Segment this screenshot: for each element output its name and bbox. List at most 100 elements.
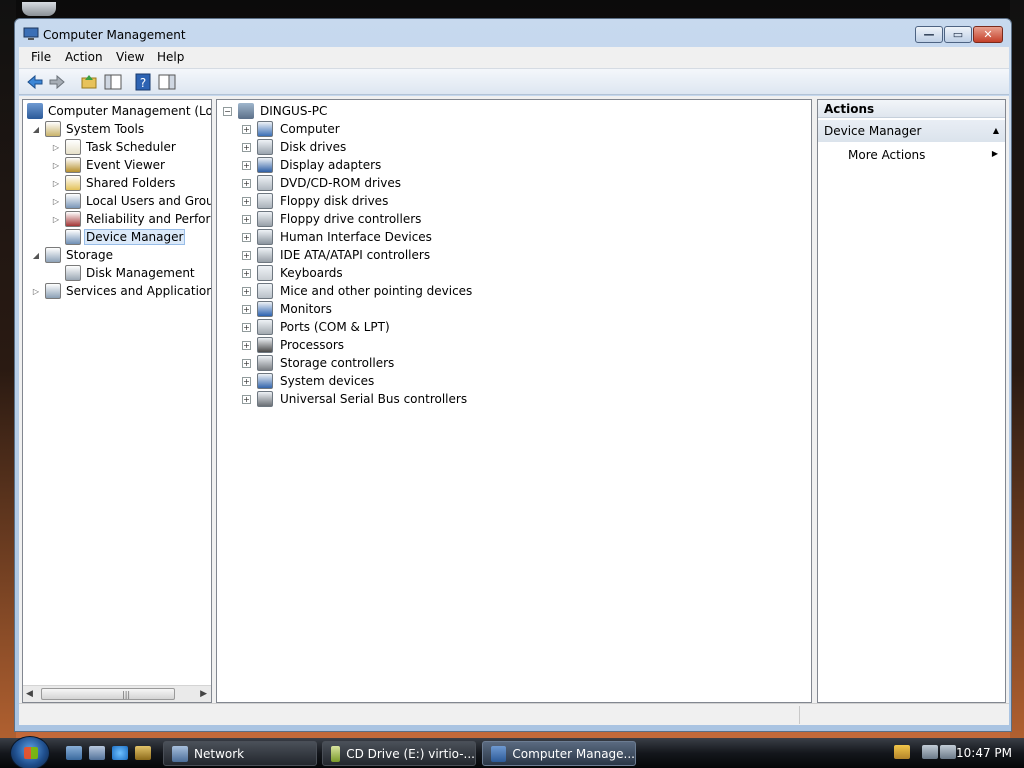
device-category[interactable]: + Display adapters: [242, 156, 383, 174]
collapsed-triangle-icon[interactable]: ▷: [31, 286, 41, 296]
tree-item-root[interactable]: Computer Management (Local: [25, 102, 211, 120]
device-category[interactable]: + DVD/CD-ROM drives: [242, 174, 403, 192]
menu-action[interactable]: Action: [65, 50, 103, 64]
expand-icon[interactable]: +: [242, 286, 251, 296]
expanded-triangle-icon[interactable]: ◢: [31, 250, 41, 260]
device-root[interactable]: − DINGUS-PC: [223, 102, 329, 120]
device-category[interactable]: + Universal Serial Bus controllers: [242, 390, 469, 408]
expand-icon[interactable]: +: [242, 394, 251, 404]
tree-spacer[interactable]: [51, 268, 61, 278]
device-category-label: Mice and other pointing devices: [280, 284, 473, 298]
internet-explorer-icon[interactable]: [112, 746, 128, 760]
device-category[interactable]: + Disk drives: [242, 138, 348, 156]
maximize-button[interactable]: ▭: [944, 26, 972, 43]
tree-item[interactable]: Disk Management: [51, 264, 197, 282]
reliability-icon: [65, 211, 81, 227]
tree-item[interactable]: ◢ System Tools: [31, 120, 146, 138]
expand-icon[interactable]: +: [242, 196, 251, 206]
expand-icon[interactable]: +: [242, 232, 251, 242]
device-category[interactable]: + Keyboards: [242, 264, 345, 282]
up-folder-icon[interactable]: [79, 72, 99, 92]
device-category[interactable]: + Ports (COM & LPT): [242, 318, 392, 336]
disk-drive-icon: [257, 139, 273, 155]
expand-icon[interactable]: +: [242, 304, 251, 314]
collapsed-triangle-icon[interactable]: ▷: [51, 178, 61, 188]
show-hide-action-pane-icon[interactable]: [157, 72, 177, 92]
back-arrow-icon[interactable]: [25, 72, 45, 92]
window-title: Computer Management: [43, 28, 186, 42]
device-category[interactable]: + Processors: [242, 336, 346, 354]
device-category[interactable]: + Mice and other pointing devices: [242, 282, 474, 300]
network-tray-icon[interactable]: [922, 745, 938, 759]
recycle-bin-icon[interactable]: [22, 2, 56, 16]
expand-icon[interactable]: +: [242, 322, 251, 332]
computer-management-icon: [23, 27, 39, 40]
help-icon[interactable]: ?: [133, 72, 153, 92]
close-icon: ✕: [983, 28, 993, 41]
clock[interactable]: 10:47 PM: [956, 746, 1012, 760]
device-category[interactable]: + Storage controllers: [242, 354, 396, 372]
tree-item[interactable]: Device Manager: [51, 228, 186, 246]
tree-item[interactable]: ▷ Task Scheduler: [51, 138, 178, 156]
volume-muted-icon[interactable]: [940, 745, 956, 759]
tree-item[interactable]: ▷ Services and Applications: [31, 282, 211, 300]
scroll-right-icon[interactable]: ▶: [200, 689, 207, 699]
menu-file[interactable]: File: [31, 50, 51, 64]
close-button[interactable]: ✕: [973, 26, 1003, 43]
expand-icon[interactable]: +: [242, 358, 251, 368]
expand-icon[interactable]: +: [242, 178, 251, 188]
expand-icon[interactable]: +: [242, 250, 251, 260]
scroll-thumb[interactable]: |||: [41, 688, 175, 700]
task-network[interactable]: Network: [163, 741, 317, 766]
expand-icon[interactable]: +: [242, 160, 251, 170]
show-desktop-icon[interactable]: [66, 746, 82, 760]
expand-icon[interactable]: +: [242, 214, 251, 224]
device-category[interactable]: + Floppy drive controllers: [242, 210, 423, 228]
scroll-left-icon[interactable]: ◀: [26, 689, 33, 699]
tree-spacer[interactable]: [51, 232, 61, 242]
tree-item[interactable]: ▷ Shared Folders: [51, 174, 177, 192]
task-cd-drive[interactable]: CD Drive (E:) virtio-...: [322, 741, 476, 766]
expand-icon[interactable]: +: [242, 376, 251, 386]
forward-arrow-icon[interactable]: [47, 72, 67, 92]
tree-item[interactable]: ▷ Reliability and Performa: [51, 210, 211, 228]
show-hide-console-tree-icon[interactable]: [103, 72, 123, 92]
collapsed-triangle-icon[interactable]: ▷: [51, 142, 61, 152]
device-category[interactable]: + Computer: [242, 120, 342, 138]
tree-item[interactable]: ◢ Storage: [31, 246, 115, 264]
collapsed-triangle-icon[interactable]: ▷: [51, 214, 61, 224]
expand-icon[interactable]: +: [242, 124, 251, 134]
expand-icon[interactable]: +: [242, 340, 251, 350]
switch-windows-icon[interactable]: [89, 746, 105, 760]
menu-help[interactable]: Help: [157, 50, 184, 64]
media-icon[interactable]: [135, 746, 151, 760]
device-category[interactable]: + Monitors: [242, 300, 334, 318]
collapse-up-icon[interactable]: ▲: [993, 126, 999, 135]
collapse-icon[interactable]: −: [223, 106, 232, 116]
menu-view[interactable]: View: [116, 50, 144, 64]
clock-icon: [65, 139, 81, 155]
expand-icon[interactable]: +: [242, 142, 251, 152]
security-shield-icon[interactable]: [894, 745, 910, 759]
device-category[interactable]: + Floppy disk drives: [242, 192, 390, 210]
collapsed-triangle-icon[interactable]: ▷: [51, 196, 61, 206]
minimize-button[interactable]: —: [915, 26, 943, 43]
title-bar[interactable]: Computer Management — ▭ ✕: [15, 19, 1011, 49]
device-category[interactable]: + IDE ATA/ATAPI controllers: [242, 246, 432, 264]
expand-icon[interactable]: +: [242, 268, 251, 278]
expanded-triangle-icon[interactable]: ◢: [31, 124, 41, 134]
device-tree-pane[interactable]: − DINGUS-PC + Computer + Disk drives + Displa…: [216, 99, 812, 703]
task-computer-management[interactable]: Computer Manage...: [482, 741, 636, 766]
actions-section-device-manager[interactable]: Device Manager ▲: [818, 120, 1005, 142]
device-category[interactable]: + System devices: [242, 372, 376, 390]
computer-management-window: Computer Management — ▭ ✕ File Action Vi…: [14, 18, 1012, 732]
tree-item[interactable]: ▷ Local Users and Groups: [51, 192, 211, 210]
more-actions-link[interactable]: More Actions ▶: [848, 148, 998, 162]
collapsed-triangle-icon[interactable]: ▷: [51, 160, 61, 170]
device-category[interactable]: + Human Interface Devices: [242, 228, 434, 246]
tree-item[interactable]: ▷ Event Viewer: [51, 156, 167, 174]
taskbar: Network CD Drive (E:) virtio-... Compute…: [0, 736, 1024, 768]
start-button[interactable]: [10, 736, 50, 768]
horizontal-scrollbar[interactable]: ◀ ||| ▶: [23, 685, 211, 702]
console-tree-pane[interactable]: Computer Management (Local ◢ System Tools…: [22, 99, 212, 703]
